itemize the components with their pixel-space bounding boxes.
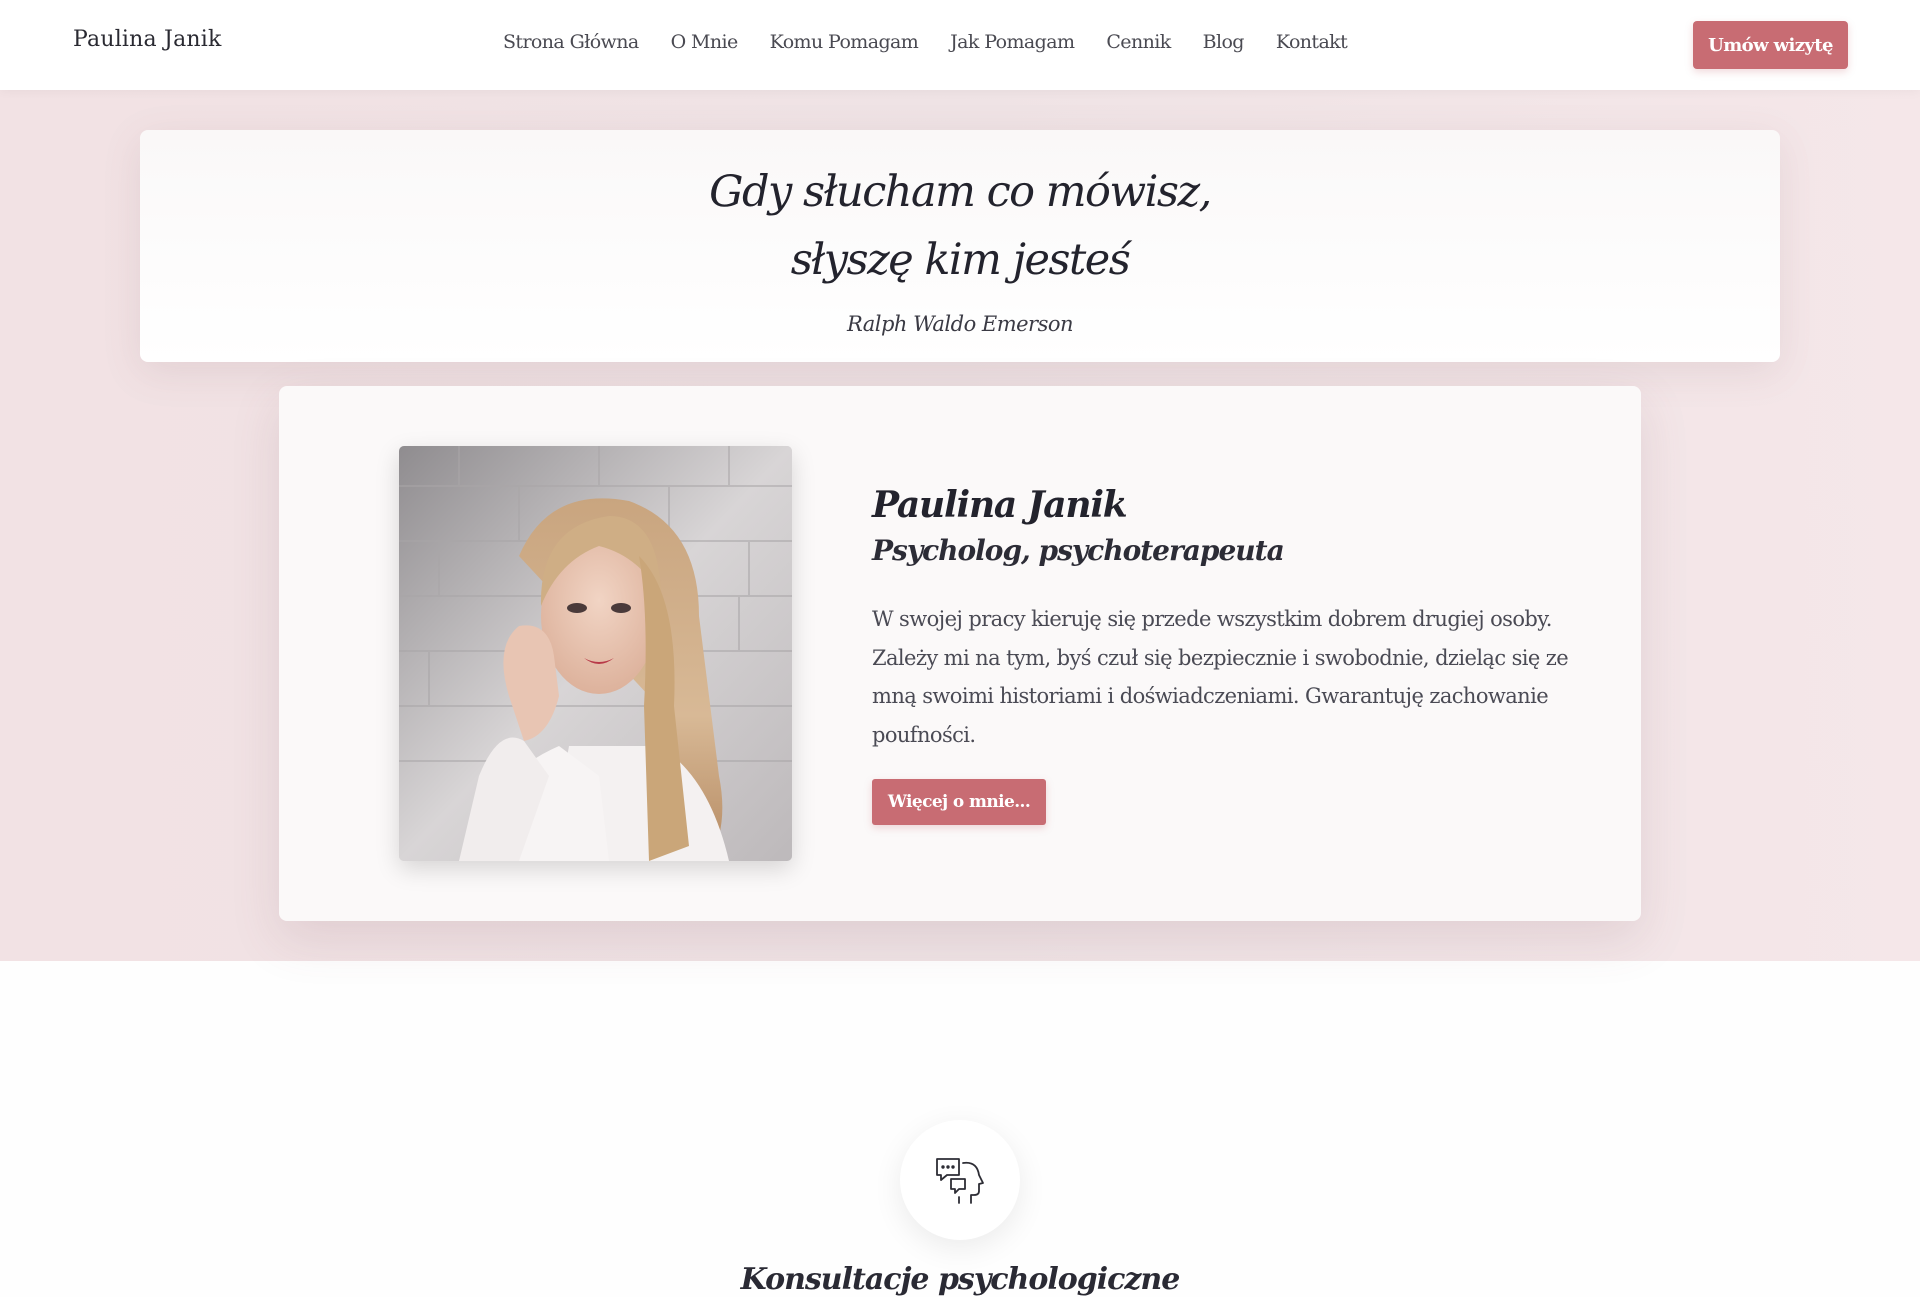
book-appointment-button[interactable]: Umów wizytę (1693, 21, 1848, 69)
site-header: Paulina Janik Strona Główna O Mnie Komu … (0, 0, 1920, 90)
nav-item-who-i-help[interactable]: Komu Pomagam (770, 31, 919, 53)
quote-author: Ralph Waldo Emerson (846, 312, 1074, 336)
nav-item-home[interactable]: Strona Główna (503, 31, 639, 53)
service-icon-circle (900, 1120, 1020, 1240)
quote-text: Gdy słucham co mówisz, słyszę kim jesteś (140, 158, 1780, 294)
profile-photo (399, 446, 792, 861)
profile-role: Psycholog, psychoterapeuta (872, 534, 1285, 567)
profile-name: Paulina Janik (872, 484, 1128, 526)
hero-section: Gdy słucham co mówisz, słyszę kim jesteś… (0, 90, 1920, 961)
nav-item-pricing[interactable]: Cennik (1106, 31, 1171, 53)
profile-bio: W swojej pracy kieruję się przede wszyst… (872, 607, 1569, 747)
consultation-head-speech-icon (936, 1158, 984, 1204)
nav-item-blog[interactable]: Blog (1203, 31, 1245, 53)
nav-item-about[interactable]: O Mnie (671, 31, 739, 53)
quote-line-1: Gdy słucham co mówisz, (709, 167, 1212, 217)
brand-logo-text[interactable]: Paulina Janik (73, 27, 222, 52)
quote-card: Gdy słucham co mówisz, słyszę kim jesteś… (140, 130, 1780, 362)
profile-card: Paulina Janik Psycholog, psychoterapeuta… (279, 386, 1641, 921)
nav-item-how-i-help[interactable]: Jak Pomagam (950, 31, 1075, 53)
quote-line-2: słyszę kim jesteś (790, 235, 1131, 285)
more-about-me-button[interactable]: Więcej o mnie... (872, 779, 1046, 825)
main-nav: Strona Główna O Mnie Komu Pomagam Jak Po… (503, 31, 1348, 53)
nav-item-contact[interactable]: Kontakt (1276, 31, 1348, 53)
